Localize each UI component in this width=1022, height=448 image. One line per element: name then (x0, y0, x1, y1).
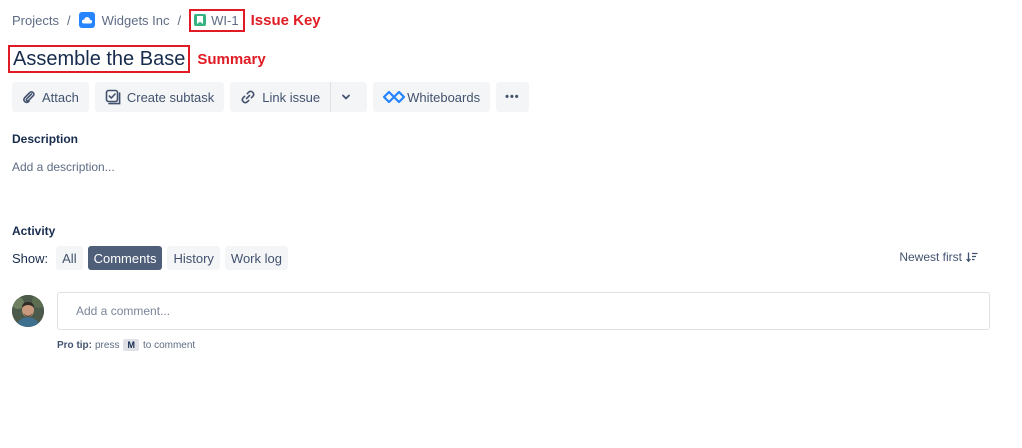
pro-tip: Pro tip: press M to comment (57, 339, 195, 351)
filter-all-button[interactable]: All (56, 246, 83, 270)
summary-row: Assemble the Base Summary (8, 45, 266, 73)
breadcrumb-projects[interactable]: Projects (12, 13, 59, 28)
sort-order-button[interactable]: Newest first (899, 250, 978, 264)
sort-icon (966, 252, 978, 262)
filter-comments-button[interactable]: Comments (87, 246, 163, 270)
description-heading: Description (12, 132, 79, 146)
filter-history-button[interactable]: History (167, 246, 220, 270)
summary-annotation: Summary (197, 50, 266, 68)
breadcrumb-separator: / (177, 12, 182, 28)
create-subtask-label: Create subtask (126, 89, 215, 105)
breadcrumb-separator: / (66, 12, 71, 28)
link-issue-label: Link issue (262, 89, 321, 105)
breadcrumb-project[interactable]: Widgets Inc (102, 13, 170, 28)
description-input[interactable]: Add a description... (12, 160, 115, 174)
comment-input[interactable]: Add a comment... (57, 292, 990, 330)
sort-label: Newest first (899, 250, 962, 264)
link-issue-split-button: Link issue (230, 82, 368, 112)
paperclip-icon (23, 91, 35, 104)
activity-heading: Activity (12, 224, 56, 238)
summary-field[interactable]: Assemble the Base (8, 45, 191, 73)
issue-key-annotation: Issue Key (250, 11, 321, 29)
pro-tip-press: press (95, 339, 120, 351)
breadcrumb: Projects / Widgets Inc / WI-1 Issue Key (12, 8, 321, 32)
subtask-icon (105, 89, 121, 105)
link-icon (241, 90, 255, 104)
filter-worklog-button[interactable]: Work log (224, 246, 288, 270)
pro-tip-prefix: Pro tip: (57, 339, 92, 351)
pro-tip-suffix: to comment (142, 339, 196, 351)
activity-filter-row: Show: All Comments History Work log (12, 246, 293, 270)
more-actions-button[interactable]: ••• (496, 82, 529, 112)
whiteboards-button[interactable]: Whiteboards (373, 82, 491, 112)
avatar (12, 295, 44, 327)
issue-summary: Assemble the Base (13, 47, 186, 70)
link-issue-dropdown-button[interactable] (330, 82, 368, 112)
whiteboards-label: Whiteboards (407, 89, 481, 105)
chevron-down-icon (342, 94, 351, 100)
link-issue-button[interactable]: Link issue (230, 82, 331, 112)
create-subtask-button[interactable]: Create subtask (94, 82, 225, 112)
story-icon (194, 14, 207, 26)
attach-button[interactable]: Attach (12, 82, 89, 112)
show-label: Show: (12, 250, 49, 266)
issue-key: WI-1 (211, 12, 239, 28)
issue-key-link[interactable]: WI-1 (189, 8, 245, 32)
attach-label: Attach (42, 89, 79, 105)
whiteboards-icon (383, 90, 406, 104)
more-label: ••• (505, 91, 520, 103)
keyboard-shortcut-key: M (123, 339, 139, 351)
cloud-icon (78, 12, 95, 28)
issue-toolbar: Attach Create subtask Link issue Whitebo… (12, 82, 535, 112)
